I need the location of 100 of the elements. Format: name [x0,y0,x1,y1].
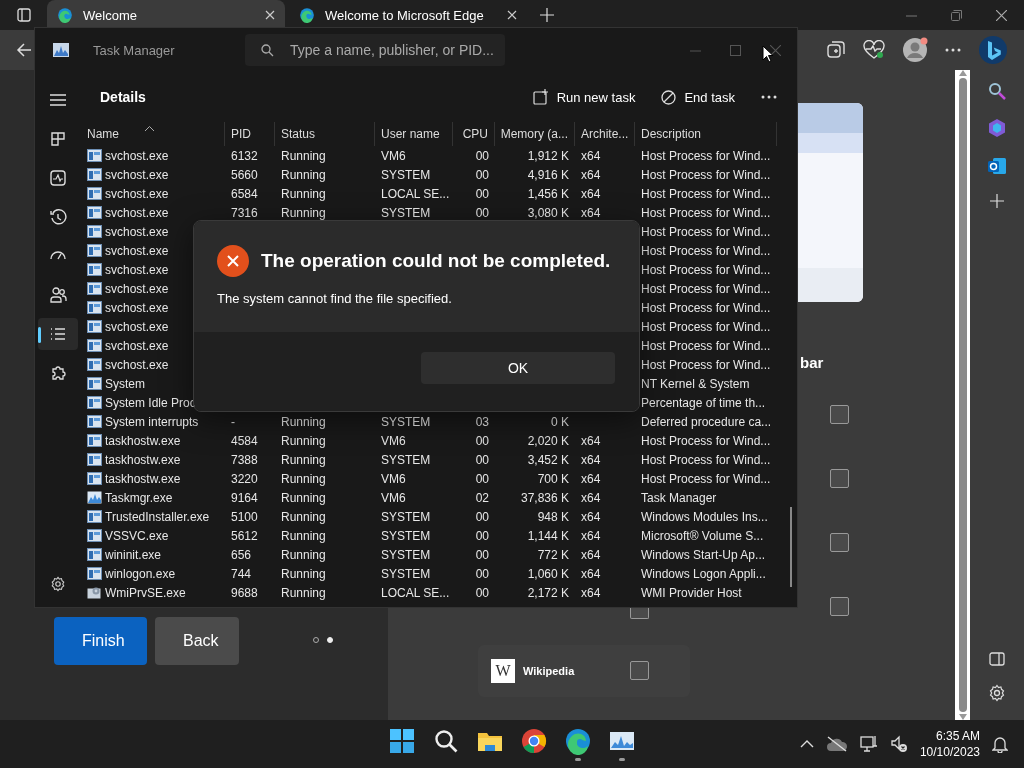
scrollbar-thumb[interactable] [790,507,792,587]
memory-cell: 3,452 K [527,452,569,467]
restore-icon[interactable] [951,9,962,21]
clock-date: 10/10/2023 [919,744,980,760]
process-name: System [105,376,145,391]
error-icon [217,245,249,277]
chevron-up-icon[interactable] [799,740,814,748]
column-header[interactable]: Archite... [581,127,629,141]
column-header[interactable]: CPU [462,127,488,141]
notification-bell-icon[interactable] [992,735,1008,753]
cpu-cell: 00 [475,452,489,467]
start-icon[interactable] [388,727,416,755]
network-icon[interactable] [859,735,878,753]
user-name-cell: SYSTEM [381,414,431,429]
process-name: svchost.exe [105,243,169,258]
status-cell: Running [281,452,326,467]
description-cell: Host Process for Wind... [641,243,771,258]
checkbox[interactable] [630,608,649,619]
cpu-cell: 00 [475,566,489,581]
pid-cell: 5100 [231,509,258,524]
cpu-cell: 00 [475,585,489,600]
app-window-icon [87,225,102,238]
search-field[interactable]: Type a name, publisher, or PID... [245,34,505,66]
settings-icon[interactable] [50,576,66,592]
description-cell: Host Process for Wind... [641,300,771,315]
processes-icon [49,130,67,148]
end-task-button[interactable]: End task [653,83,743,111]
search-icon[interactable] [432,727,460,755]
copilot-b-icon[interactable] [978,35,1008,65]
back-arrow-icon[interactable] [16,42,32,58]
checkbox[interactable] [830,405,849,424]
scrollbar[interactable] [955,70,970,720]
close-icon[interactable] [996,9,1007,21]
architecture-cell: x64 [581,490,601,505]
new-tab-icon[interactable] [540,8,554,22]
description-cell: NT Kernel & System [641,376,750,391]
heart-pulse-icon[interactable] [863,40,885,60]
more-icon[interactable] [945,48,961,52]
history-icon [49,208,67,226]
process-name: System interrupts [105,414,199,429]
cpu-cell: 00 [475,547,489,562]
sidebar-toggle-icon[interactable] [989,652,1005,666]
app-window-icon [87,377,102,390]
site-tile[interactable]: W Wikipedia [478,645,690,697]
status-cell: Running [281,148,326,163]
architecture-cell: x64 [581,585,601,600]
memory-cell: 948 K [537,509,569,524]
user-name-cell: VM6 [381,148,406,163]
cpu-cell: 00 [475,528,489,543]
user-name-cell: SYSTEM [381,452,431,467]
architecture-cell: x64 [581,452,601,467]
edge-icon[interactable] [564,727,592,755]
column-header[interactable]: Name [87,127,119,141]
volume-muted-icon[interactable] [889,735,908,753]
app-window-icon [87,415,102,428]
column-header[interactable]: Status [281,127,316,141]
column-header[interactable]: User name [381,127,440,141]
app-window-icon [87,434,102,447]
collections-icon[interactable] [826,40,846,60]
column-header[interactable]: Memory (a... [500,127,568,141]
cpu-cell: 00 [475,205,489,220]
column-header[interactable]: Description [641,127,702,141]
users-icon [49,286,67,304]
outlook-icon[interactable] [987,156,1007,176]
user-name-cell: SYSTEM [381,509,431,524]
user-name-cell: LOCAL SE... [381,186,450,201]
chrome-icon[interactable] [520,727,548,755]
architecture-cell: x64 [581,566,601,581]
nav-item[interactable] [38,318,78,350]
browser-tab[interactable]: Welcome [47,0,285,30]
add-icon[interactable] [990,194,1004,208]
menu-icon[interactable] [50,94,66,106]
process-name: svchost.exe [105,300,169,315]
back-button[interactable]: Back [155,617,239,665]
process-name: svchost.exe [105,205,169,220]
profile-avatar-icon[interactable] [902,37,928,63]
task-manager-icon [53,43,69,57]
checkbox[interactable] [830,597,849,616]
copilot-icon[interactable] [987,118,1007,138]
checkbox[interactable] [630,661,649,680]
memory-cell: 0 K [551,414,569,429]
memory-cell: 4,916 K [527,167,569,182]
process-name: taskhostw.exe [105,471,181,486]
ok-button[interactable]: OK [421,351,615,384]
column-header[interactable]: PID [231,127,251,141]
checkbox[interactable] [830,533,849,552]
checkbox[interactable] [830,469,849,488]
cloud-off-icon[interactable] [825,736,848,752]
description-cell: Host Process for Wind... [641,186,771,201]
process-name: svchost.exe [105,338,169,353]
browser-tab[interactable]: Welcome to Microsoft Edge [289,0,527,30]
run-new-task-button[interactable]: Run new task [524,83,644,111]
finish-button[interactable]: Finish [54,617,147,665]
search-icon[interactable] [988,82,1006,100]
settings-icon[interactable] [988,684,1006,702]
pid-cell: - [231,414,235,429]
memory-cell: 772 K [537,547,569,562]
app-window-icon [87,149,102,162]
tab-actions-icon[interactable] [16,8,31,22]
user-name-cell: SYSTEM [381,205,431,220]
